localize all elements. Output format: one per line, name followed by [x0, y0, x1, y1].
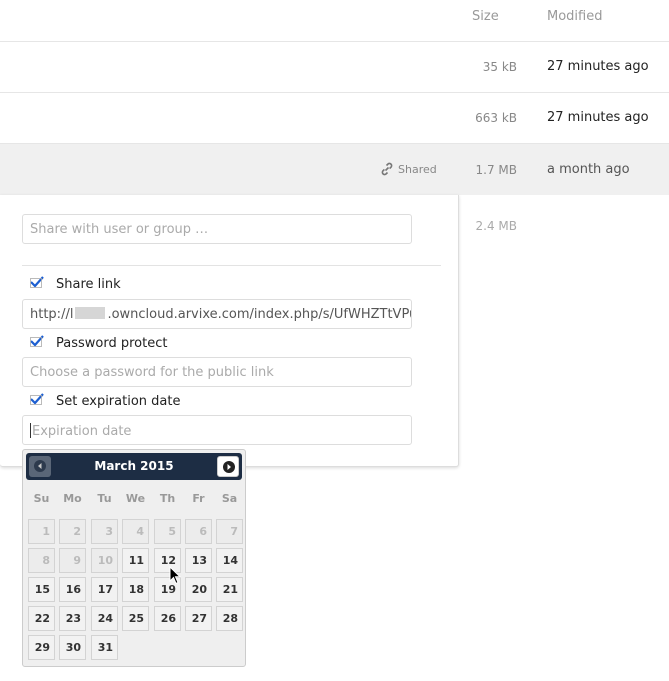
datepicker: March 2015 Su Mo Tu We Th Fr Sa 1 2 3 4 5 6 7 8 9 10 11 12…: [22, 449, 246, 667]
file-modified: 27 minutes ago: [547, 110, 649, 125]
expiration-placeholder: Expiration date: [32, 424, 132, 439]
file-size: 2.4 MB: [475, 219, 517, 233]
shared-action[interactable]: Shared: [380, 162, 437, 176]
month-title: March 2015: [94, 459, 174, 473]
calendar-day[interactable]: 29: [28, 635, 55, 660]
calendar-day[interactable]: 31: [91, 635, 118, 660]
calendar-day[interactable]: 20: [185, 577, 212, 602]
calendar-day[interactable]: 21: [216, 577, 243, 602]
password-input[interactable]: Choose a password for the public link: [22, 357, 412, 387]
modified-column-header[interactable]: Modified: [547, 9, 602, 24]
calendar-day-disabled: 3: [91, 519, 118, 544]
expiration-date-input[interactable]: Expiration date: [22, 415, 412, 445]
calendar-day-disabled: 5: [154, 519, 181, 544]
checkbox-expiration[interactable]: [30, 393, 44, 405]
calendar-day-disabled: 7: [216, 519, 243, 544]
datepicker-header: March 2015: [26, 453, 242, 480]
calendar-day[interactable]: 27: [185, 606, 212, 631]
file-row[interactable]: 663 kB 27 minutes ago: [0, 93, 669, 144]
divider: [22, 265, 441, 266]
size-column-header[interactable]: Size: [472, 9, 499, 24]
file-modified: 27 minutes ago: [547, 59, 649, 74]
weekday-label: We: [125, 492, 146, 505]
calendar-day[interactable]: 26: [154, 606, 181, 631]
calendar-day[interactable]: 28: [216, 606, 243, 631]
link-suffix: .owncloud.arvixe.com/index.php/s/UfWHZTt…: [107, 307, 412, 322]
file-list-header: Size Modified: [0, 0, 669, 42]
file-size: 1.7 MB: [475, 163, 517, 177]
calendar-day[interactable]: 25: [122, 606, 149, 631]
checkbox-share-link[interactable]: [30, 276, 44, 288]
file-size: 35 kB: [482, 60, 517, 74]
share-link-label[interactable]: Share link: [56, 277, 121, 292]
shared-label: Shared: [398, 163, 437, 176]
weekday-label: Fr: [192, 492, 205, 505]
calendar-day-disabled: 1: [28, 519, 55, 544]
mouse-cursor-icon: [169, 566, 181, 585]
calendar-day[interactable]: 13: [185, 548, 212, 573]
calendar-day[interactable]: 15: [28, 577, 55, 602]
calendar-day[interactable]: 16: [59, 577, 86, 602]
checkbox-password-protect[interactable]: [30, 335, 44, 347]
weekday-label: Sa: [221, 492, 238, 505]
next-month-button[interactable]: [217, 456, 239, 477]
calendar-day[interactable]: 18: [122, 577, 149, 602]
calendar-day-disabled: 6: [185, 519, 212, 544]
calendar-day-disabled: 8: [28, 548, 55, 573]
calendar-day-disabled: 9: [59, 548, 86, 573]
calendar-day[interactable]: 11: [122, 548, 149, 573]
weekday-label: Mo: [63, 492, 82, 505]
link-icon: [381, 162, 393, 176]
calendar-day[interactable]: 14: [216, 548, 243, 573]
file-modified: a month ago: [547, 162, 630, 177]
share-with-input[interactable]: Share with user or group …: [22, 214, 412, 244]
weekday-label: Th: [159, 492, 176, 505]
expiration-label[interactable]: Set expiration date: [56, 394, 180, 409]
link-prefix: http://l: [30, 307, 74, 322]
file-row[interactable]: 35 kB 27 minutes ago: [0, 42, 669, 93]
calendar-day[interactable]: 23: [59, 606, 86, 631]
weekday-label: Su: [33, 492, 50, 505]
calendar-day-disabled: 10: [91, 548, 118, 573]
share-link-url-field[interactable]: http://l .owncloud.arvixe.com/index.php/s…: [22, 299, 412, 329]
calendar-day-disabled: 4: [122, 519, 149, 544]
calendar-day[interactable]: 30: [59, 635, 86, 660]
circle-arrow-right-icon: [223, 461, 235, 473]
file-row-selected[interactable]: Shared 1.7 MB a month ago: [0, 144, 669, 195]
calendar-day[interactable]: 17: [91, 577, 118, 602]
calendar-day-disabled: 2: [59, 519, 86, 544]
file-size: 663 kB: [475, 111, 517, 125]
redacted-text: [75, 307, 106, 319]
calendar-day[interactable]: 22: [28, 606, 55, 631]
password-protect-label[interactable]: Password protect: [56, 336, 167, 351]
calendar-day[interactable]: 24: [91, 606, 118, 631]
share-dropdown: Share with user or group … Share link ht…: [0, 195, 459, 467]
weekday-label: Tu: [97, 492, 112, 505]
text-caret: [30, 423, 31, 438]
